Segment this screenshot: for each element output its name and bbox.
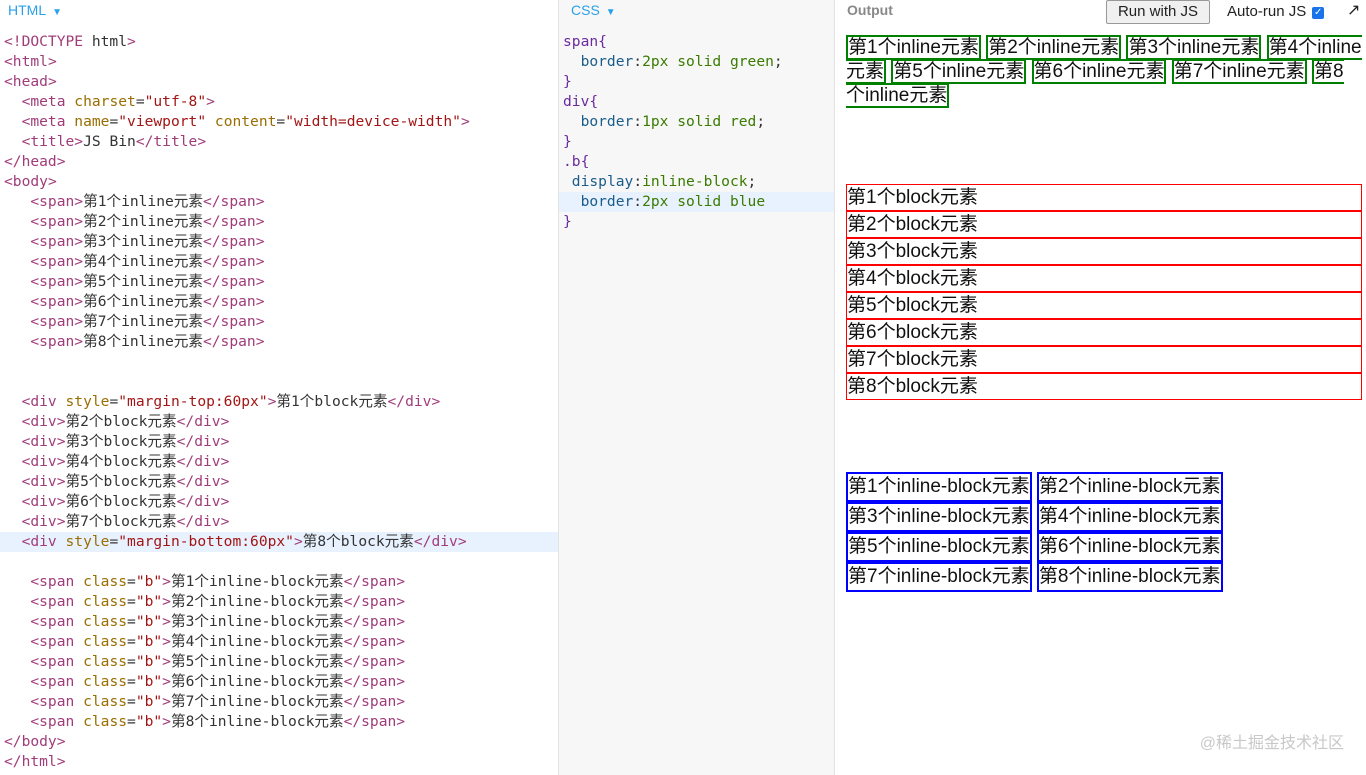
output-panel-header: Output Run with JS Auto-run JS ✓ ↗ [835, 0, 1366, 24]
inline-block-element: 第8个inline-block元素 [1036, 562, 1223, 592]
html-code-line[interactable]: <span class="b">第4个inline-block元素</span> [0, 632, 558, 652]
output-panel: Output Run with JS Auto-run JS ✓ ↗ 第1个inl… [835, 0, 1366, 775]
inline-element: 第5个inline元素 [891, 59, 1027, 84]
css-panel-tab[interactable]: CSS ▼ [571, 2, 616, 18]
html-code-line[interactable]: <html> [0, 52, 558, 72]
html-code-editor[interactable]: <!DOCTYPE html> <html> <head> <meta charse… [0, 32, 558, 772]
inline-elements: 第1个inline元素 第2个inline元素 第3个inline元素 第4个i… [846, 35, 1362, 116]
html-code-line[interactable]: <span>第5个inline元素</span> [0, 272, 558, 292]
inline-element: 第3个inline元素 [1126, 35, 1262, 60]
block-elements: 第1个block元素 第2个block元素 第3个block元素 第4个bloc… [846, 184, 1362, 400]
css-editor-panel[interactable]: CSS ▼ span{ border:2px solid green;} div{ … [559, 0, 835, 775]
html-panel-caret-icon[interactable]: ▼ [52, 7, 62, 18]
html-code-line[interactable]: <span class="b">第1个inline-block元素</span> [0, 572, 558, 592]
css-code-line[interactable]: border:2px solid blue [559, 192, 834, 212]
inline-element: 第1个inline元素 [846, 35, 981, 60]
block-element: 第3个block元素 [846, 238, 1362, 265]
html-panel-title: HTML [8, 2, 47, 18]
block-element: 第8个block元素 [846, 373, 1362, 400]
html-code-line[interactable]: <span>第7个inline元素</span> [0, 312, 558, 332]
html-code-line[interactable]: <div>第5个block元素</div> [0, 472, 558, 492]
html-code-line[interactable]: <div>第2个block元素</div> [0, 412, 558, 432]
inline-block-row: 第1个inline-block元素 第2个inline-block元素 [846, 472, 1266, 502]
block-element: 第5个block元素 [846, 292, 1362, 319]
inline-block-row: 第3个inline-block元素 第4个inline-block元素 [846, 502, 1266, 532]
autorun-toggle[interactable]: Auto-run JS ✓ [1227, 3, 1325, 20]
css-code-line[interactable]: display:inline-block; [559, 172, 834, 192]
html-code-line[interactable]: <span>第3个inline元素</span> [0, 232, 558, 252]
html-code-line[interactable]: <div>第7个block元素</div> [0, 512, 558, 532]
html-code-line[interactable]: <span>第6个inline元素</span> [0, 292, 558, 312]
css-panel-header: CSS ▼ [559, 0, 834, 24]
html-code-line[interactable]: <span>第1个inline元素</span> [0, 192, 558, 212]
html-code-line[interactable]: <!DOCTYPE html> [0, 32, 558, 52]
inline-block-element: 第2个inline-block元素 [1036, 472, 1223, 502]
html-code-line[interactable]: <body> [0, 172, 558, 192]
html-code-line[interactable]: <div style="margin-bottom:60px">第8个block… [0, 532, 558, 552]
html-code-line[interactable] [0, 372, 558, 392]
html-code-line[interactable]: <span class="b">第3个inline-block元素</span> [0, 612, 558, 632]
html-panel-tab[interactable]: HTML ▼ [8, 2, 62, 18]
html-code-line[interactable]: <div>第4个block元素</div> [0, 452, 558, 472]
html-code-line[interactable] [0, 552, 558, 572]
css-code-line[interactable]: border:1px solid red; [559, 112, 834, 132]
block-element: 第1个block元素 [846, 184, 1362, 211]
html-code-line[interactable]: <span class="b">第6个inline-block元素</span> [0, 672, 558, 692]
css-code-editor[interactable]: span{ border:2px solid green;} div{ borde… [559, 32, 834, 232]
html-code-line[interactable]: <span class="b">第2个inline-block元素</span> [0, 592, 558, 612]
css-panel-caret-icon[interactable]: ▼ [606, 7, 616, 18]
inline-block-elements: 第1个inline-block元素 第2个inline-block元素 第3个i… [846, 472, 1266, 592]
html-code-line[interactable]: <title>JS Bin</title> [0, 132, 558, 152]
html-panel-header: HTML ▼ [0, 0, 558, 24]
css-code-line[interactable]: div{ [559, 92, 834, 112]
inline-element: 第2个inline元素 [986, 35, 1122, 60]
css-code-line[interactable]: } [559, 132, 834, 152]
html-code-line[interactable] [0, 352, 558, 372]
inline-block-element: 第5个inline-block元素 [846, 532, 1032, 562]
html-code-line[interactable]: <meta charset="utf-8"> [0, 92, 558, 112]
inline-element: 第7个inline元素 [1171, 59, 1307, 84]
html-editor-panel[interactable]: HTML ▼ <!DOCTYPE html> <html> <head> <meta … [0, 0, 559, 775]
css-code-line[interactable]: .b{ [559, 152, 834, 172]
inline-block-element: 第4个inline-block元素 [1036, 502, 1223, 532]
html-code-line[interactable]: </body> [0, 732, 558, 752]
block-element: 第4个block元素 [846, 265, 1362, 292]
html-code-line[interactable]: <head> [0, 72, 558, 92]
html-code-line[interactable]: <span>第8个inline元素</span> [0, 332, 558, 352]
inline-block-row: 第7个inline-block元素 第8个inline-block元素 [846, 562, 1266, 592]
html-code-line[interactable]: <div>第6个block元素</div> [0, 492, 558, 512]
html-code-line[interactable]: <span class="b">第8个inline-block元素</span> [0, 712, 558, 732]
inline-element: 第6个inline元素 [1031, 59, 1167, 84]
html-code-line[interactable]: <span class="b">第5个inline-block元素</span> [0, 652, 558, 672]
output-panel-title: Output [847, 2, 893, 18]
inline-block-element: 第1个inline-block元素 [846, 472, 1032, 502]
html-code-line[interactable]: <meta name="viewport" content="width=dev… [0, 112, 558, 132]
html-code-line[interactable]: <span>第2个inline元素</span> [0, 212, 558, 232]
inline-block-element: 第6个inline-block元素 [1036, 532, 1223, 562]
css-code-line[interactable]: border:2px solid green; [559, 52, 834, 72]
html-code-line[interactable]: </head> [0, 152, 558, 172]
css-code-line[interactable]: span{ [559, 32, 834, 52]
inline-block-element: 第7个inline-block元素 [846, 562, 1032, 592]
rendered-output: 第1个inline元素 第2个inline元素 第3个inline元素 第4个i… [846, 35, 1362, 592]
css-code-line[interactable]: } [559, 212, 834, 232]
html-code-line[interactable]: </html> [0, 752, 558, 772]
html-code-line[interactable]: <div style="margin-top:60px">第1个block元素<… [0, 392, 558, 412]
block-element: 第6个block元素 [846, 319, 1362, 346]
css-panel-title: CSS [571, 2, 600, 18]
run-with-js-button[interactable]: Run with JS [1106, 0, 1210, 24]
block-element: 第2个block元素 [846, 211, 1362, 238]
popout-icon[interactable]: ↗ [1347, 0, 1360, 20]
css-code-line[interactable]: } [559, 72, 834, 92]
watermark: @稀土掘金技术社区 [1199, 735, 1344, 752]
html-code-line[interactable]: <div>第3个block元素</div> [0, 432, 558, 452]
html-code-line[interactable]: <span>第4个inline元素</span> [0, 252, 558, 272]
autorun-checkbox[interactable]: ✓ [1312, 7, 1325, 19]
inline-block-row: 第5个inline-block元素 第6个inline-block元素 [846, 532, 1266, 562]
html-code-line[interactable]: <span class="b">第7个inline-block元素</span> [0, 692, 558, 712]
autorun-label: Auto-run JS [1227, 3, 1307, 20]
block-element: 第7个block元素 [846, 346, 1362, 373]
inline-block-element: 第3个inline-block元素 [846, 502, 1032, 532]
